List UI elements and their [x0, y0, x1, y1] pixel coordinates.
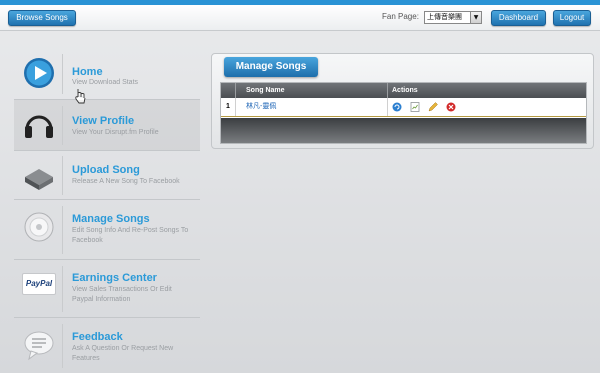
divider: [62, 324, 63, 368]
chat-bubble-icon: [24, 331, 54, 361]
divider: [62, 266, 63, 312]
table-footer: [221, 118, 586, 143]
sidebar-item-description: View Sales Transactions Or Edit Paypal I…: [72, 286, 172, 303]
browse-songs-button[interactable]: Browse Songs: [8, 10, 76, 26]
sidebar-item-description: Ask A Question Or Request New Features: [72, 345, 174, 362]
sidebar-item-upload-song[interactable]: Upload Song Release A New Song To Facebo…: [14, 151, 200, 200]
divider: [62, 156, 63, 195]
upload-drive-icon: [25, 169, 53, 190]
disc-icon: [24, 212, 54, 242]
table-row: 1 林凡-靈佩: [221, 98, 586, 117]
row-number: 1: [226, 103, 230, 110]
sidebar-item-earnings-center[interactable]: PayPal Earnings Center View Sales Transa…: [14, 260, 200, 318]
sidebar-item-label: Home: [72, 66, 103, 78]
sidebar-item-description: View Download Stats: [72, 79, 139, 86]
divider: [62, 54, 63, 94]
actions-cell: [387, 98, 586, 116]
play-icon: [24, 58, 54, 88]
edit-pencil-icon[interactable]: [428, 102, 438, 112]
sidebar-item-label: View Profile: [72, 115, 135, 127]
divider: [62, 206, 63, 254]
sidebar-item-description: Edit Song Info And Re-Post Songs To Face…: [72, 227, 189, 244]
dashboard-button[interactable]: Dashboard: [491, 10, 546, 26]
sidebar-item-label: Upload Song: [72, 164, 140, 176]
sidebar-item-manage-songs[interactable]: Manage Songs Edit Song Info And Re-Post …: [14, 200, 200, 260]
manage-songs-panel: Manage Songs Song Name Actions 1 林凡-靈佩: [211, 53, 594, 149]
song-name-link[interactable]: 林凡-靈佩: [235, 98, 387, 116]
sidebar-item-label: Feedback: [72, 331, 123, 343]
column-header-song-name: Song Name: [235, 83, 387, 98]
sidebar-item-label: Earnings Center: [72, 272, 157, 284]
fan-page-label: Fan Page:: [382, 12, 419, 21]
table-header: Song Name Actions: [221, 83, 586, 98]
chevron-down-icon[interactable]: ▼: [470, 12, 481, 23]
songs-table: Song Name Actions 1 林凡-靈佩: [220, 82, 587, 144]
delete-icon[interactable]: [446, 102, 456, 112]
top-toolbar: Browse Songs Fan Page: 上傳音樂團 ▼ Dashboard…: [0, 5, 600, 31]
column-header-actions: Actions: [387, 83, 586, 98]
fan-page-selected-value: 上傳音樂團: [427, 13, 462, 21]
sidebar-item-description: Release A New Song To Facebook: [72, 178, 180, 185]
sidebar-item-view-profile[interactable]: View Profile View Your Disrupt.fm Profil…: [14, 100, 200, 151]
logout-button[interactable]: Logout: [553, 10, 591, 26]
sidebar-item-description: View Your Disrupt.fm Profile: [72, 129, 159, 136]
fan-page-select[interactable]: 上傳音樂團 ▼: [424, 11, 482, 24]
divider: [62, 106, 63, 145]
chart-icon[interactable]: [410, 102, 420, 112]
sidebar-item-home[interactable]: Home View Download Stats: [14, 48, 200, 104]
paypal-icon: PayPal: [22, 273, 56, 295]
sidebar-item-feedback[interactable]: Feedback Ask A Question Or Request New F…: [14, 318, 200, 373]
refresh-icon[interactable]: [392, 102, 402, 112]
panel-title: Manage Songs: [224, 57, 318, 77]
headphones-icon: [25, 115, 53, 138]
sidebar-item-label: Manage Songs: [72, 213, 150, 225]
